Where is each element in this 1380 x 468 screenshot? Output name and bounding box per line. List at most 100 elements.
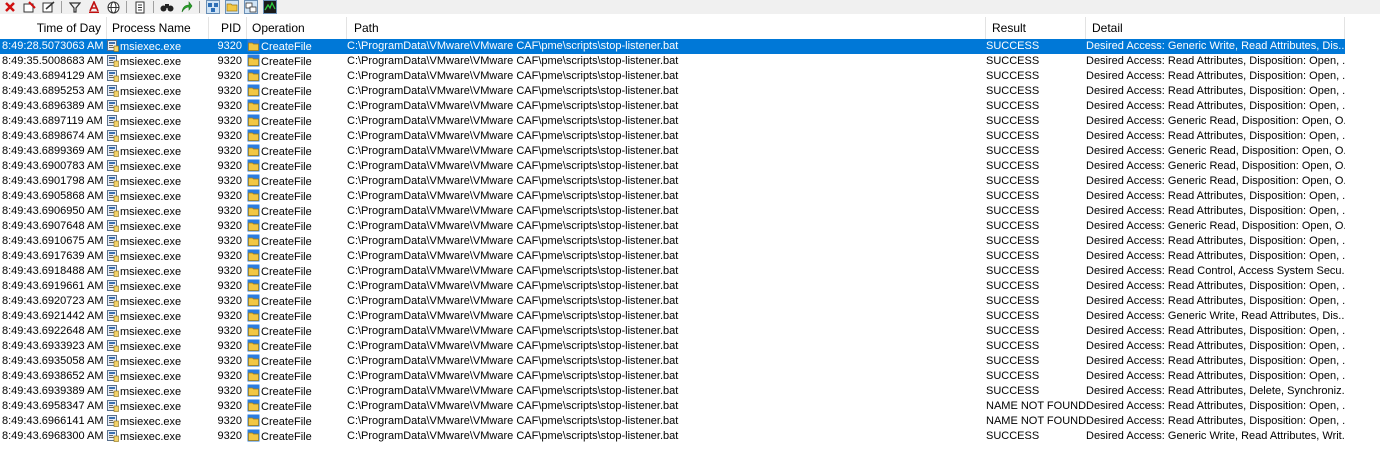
table-row[interactable]: 8:49:43.6920723 AM msiexec.exe 9320 CreateF… <box>0 294 1345 309</box>
table-row[interactable]: 8:49:43.6918488 AM msiexec.exe 9320 CreateF… <box>0 264 1345 279</box>
file-operation-icon <box>247 429 260 442</box>
file-operation-icon <box>247 249 260 262</box>
pid-cell: 9320 <box>217 325 242 337</box>
path-cell: C:\ProgramData\VMware\VMware CAF\pme\scr… <box>347 310 679 322</box>
table-row[interactable]: 8:49:43.6968300 AM msiexec.exe 9320 CreateF… <box>0 429 1345 444</box>
result-cell: SUCCESS <box>986 370 1040 382</box>
result-cell: SUCCESS <box>986 430 1040 442</box>
result-cell: SUCCESS <box>986 310 1040 322</box>
clear-icon[interactable] <box>2 0 18 14</box>
file-operation-icon <box>247 309 260 322</box>
process-cell: msiexec.exe <box>107 309 209 324</box>
time-cell: 8:49:43.6939389 AM <box>2 385 103 397</box>
column-header-time[interactable]: Time of Day <box>0 17 107 39</box>
detail-cell: Desired Access: Read Attributes, Disposi… <box>1086 340 1345 352</box>
text-filter-icon[interactable] <box>86 0 102 14</box>
detail-cell: Desired Access: Read Attributes, Disposi… <box>1086 280 1345 292</box>
table-row[interactable]: 8:49:43.6894129 AM msiexec.exe 9320 CreateF… <box>0 69 1345 84</box>
pid-cell: 9320 <box>217 385 242 397</box>
table-row[interactable]: 8:49:43.6910675 AM msiexec.exe 9320 CreateF… <box>0 234 1345 249</box>
file-operation-icon <box>247 99 260 112</box>
jump-to-icon[interactable] <box>178 0 194 14</box>
operation-name: CreateFile <box>261 176 312 188</box>
process-cell: msiexec.exe <box>107 129 209 144</box>
table-row[interactable]: 8:49:43.6906950 AM msiexec.exe 9320 CreateF… <box>0 204 1345 219</box>
table-row[interactable]: 8:49:43.6895253 AM msiexec.exe 9320 CreateF… <box>0 84 1345 99</box>
detail-cell: Desired Access: Read Attributes, Disposi… <box>1086 55 1345 67</box>
table-row[interactable]: 8:49:43.6900783 AM msiexec.exe 9320 CreateF… <box>0 159 1345 174</box>
table-row[interactable]: 8:49:43.6899369 AM msiexec.exe 9320 CreateF… <box>0 144 1345 159</box>
table-row[interactable]: 8:49:43.6935058 AM msiexec.exe 9320 CreateF… <box>0 354 1345 369</box>
operation-cell: CreateFile <box>247 39 347 54</box>
network-icon[interactable] <box>105 0 121 14</box>
process-cell: msiexec.exe <box>107 114 209 129</box>
result-cell: SUCCESS <box>986 100 1040 112</box>
column-header-pid[interactable]: PID <box>209 17 247 39</box>
time-cell: 8:49:43.6922648 AM <box>2 325 103 337</box>
detail-cell: Desired Access: Read Attributes, Disposi… <box>1086 400 1345 412</box>
column-header-process-name[interactable]: Process Name <box>107 17 209 39</box>
pid-cell: 9320 <box>217 415 242 427</box>
operation-cell: CreateFile <box>247 309 347 324</box>
registry-activity-icon[interactable] <box>205 0 221 14</box>
pid-cell: 9320 <box>217 250 242 262</box>
process-name: msiexec.exe <box>120 416 182 428</box>
table-row[interactable]: 8:49:28.5073063 AM msiexec.exe 9320 CreateF… <box>0 39 1345 54</box>
table-row[interactable]: 8:49:43.6958347 AM msiexec.exe 9320 CreateF… <box>0 399 1345 414</box>
process-name: msiexec.exe <box>120 206 182 218</box>
table-row[interactable]: 8:49:43.6919661 AM msiexec.exe 9320 CreateF… <box>0 279 1345 294</box>
table-row[interactable]: 8:49:43.6901798 AM msiexec.exe 9320 CreateF… <box>0 174 1345 189</box>
table-row[interactable]: 8:49:43.6898674 AM msiexec.exe 9320 CreateF… <box>0 129 1345 144</box>
process-tree-icon[interactable] <box>132 0 148 14</box>
operation-name: CreateFile <box>261 161 312 173</box>
table-row[interactable]: 8:49:43.6917639 AM msiexec.exe 9320 CreateF… <box>0 249 1345 264</box>
operation-cell: CreateFile <box>247 294 347 309</box>
path-cell: C:\ProgramData\VMware\VMware CAF\pme\scr… <box>347 355 679 367</box>
path-cell: C:\ProgramData\VMware\VMware CAF\pme\scr… <box>347 100 679 112</box>
detail-cell: Desired Access: Generic Read, Dispositio… <box>1086 220 1345 232</box>
pid-cell: 9320 <box>217 280 242 292</box>
detail-cell: Desired Access: Generic Write, Read Attr… <box>1086 40 1345 52</box>
result-cell: SUCCESS <box>986 85 1040 97</box>
table-row[interactable]: 8:49:43.6938652 AM msiexec.exe 9320 CreateF… <box>0 369 1345 384</box>
autoscroll-icon[interactable] <box>40 0 56 14</box>
table-row[interactable]: 8:49:43.6966141 AM msiexec.exe 9320 CreateF… <box>0 414 1345 429</box>
table-row[interactable]: 8:49:43.6922648 AM msiexec.exe 9320 CreateF… <box>0 324 1345 339</box>
file-operation-icon <box>247 204 260 217</box>
column-header-row: Time of Day Process Name PID Operation P… <box>0 17 1380 39</box>
network-activity-icon[interactable] <box>243 0 259 14</box>
pid-cell: 9320 <box>217 40 242 52</box>
column-header-operation[interactable]: Operation <box>247 17 347 39</box>
process-cell: msiexec.exe <box>107 189 209 204</box>
table-row[interactable]: 8:49:43.6896389 AM msiexec.exe 9320 CreateF… <box>0 99 1345 114</box>
pid-cell: 9320 <box>217 220 242 232</box>
operation-cell: CreateFile <box>247 174 347 189</box>
operation-name: CreateFile <box>261 431 312 443</box>
process-name: msiexec.exe <box>120 101 182 113</box>
file-operation-icon <box>247 129 260 142</box>
process-name: msiexec.exe <box>120 131 182 143</box>
table-row[interactable]: 8:49:43.6907648 AM msiexec.exe 9320 CreateF… <box>0 219 1345 234</box>
column-header-path[interactable]: Path <box>347 17 986 39</box>
table-row[interactable]: 8:49:35.5008683 AM msiexec.exe 9320 CreateF… <box>0 54 1345 69</box>
find-icon[interactable] <box>159 0 175 14</box>
table-row[interactable]: 8:49:43.6939389 AM msiexec.exe 9320 CreateF… <box>0 384 1345 399</box>
path-cell: C:\ProgramData\VMware\VMware CAF\pme\scr… <box>347 265 679 277</box>
table-row[interactable]: 8:49:43.6921442 AM msiexec.exe 9320 CreateF… <box>0 309 1345 324</box>
table-row[interactable]: 8:49:43.6897119 AM msiexec.exe 9320 CreateF… <box>0 114 1345 129</box>
profiling-icon[interactable] <box>262 0 278 14</box>
time-cell: 8:49:43.6935058 AM <box>2 355 103 367</box>
operation-name: CreateFile <box>261 101 312 113</box>
column-header-detail[interactable]: Detail <box>1086 17 1345 39</box>
filter-icon[interactable] <box>67 0 83 14</box>
operation-name: CreateFile <box>261 266 312 278</box>
highlight-icon[interactable] <box>21 0 37 14</box>
column-header-result[interactable]: Result <box>986 17 1086 39</box>
file-activity-icon[interactable] <box>224 0 240 14</box>
operation-name: CreateFile <box>261 116 312 128</box>
operation-cell: CreateFile <box>247 84 347 99</box>
table-row[interactable]: 8:49:43.6933923 AM msiexec.exe 9320 CreateF… <box>0 339 1345 354</box>
result-cell: SUCCESS <box>986 175 1040 187</box>
table-row[interactable]: 8:49:43.6905868 AM msiexec.exe 9320 CreateF… <box>0 189 1345 204</box>
operation-name: CreateFile <box>261 56 312 68</box>
